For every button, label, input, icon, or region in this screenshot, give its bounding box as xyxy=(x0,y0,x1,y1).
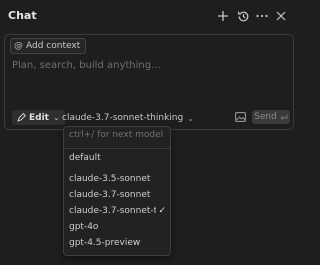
mode-selector-button[interactable]: Edit ⌄ xyxy=(12,110,65,125)
model-option-claude-3-5-sonnet[interactable]: claude-3.5-sonnet xyxy=(69,172,166,186)
model-option-label: claude-3.7-sonnet xyxy=(69,190,151,200)
model-option-gpt-4-5-preview[interactable]: gpt-4.5-preview xyxy=(69,236,166,250)
panel-title: Chat xyxy=(8,9,37,22)
model-option-label: gpt-4o xyxy=(69,222,99,232)
model-option-label: gpt-4.5-preview xyxy=(69,238,141,248)
model-option-label: claude-3.7-sonnet-t... xyxy=(69,206,156,216)
model-selector[interactable]: claude-3.7-sonnet-thinking ⌄ xyxy=(62,111,194,125)
mode-label: Edit xyxy=(29,112,49,123)
model-search-hint[interactable]: ctrl+/ for next model xyxy=(69,130,165,144)
check-icon: ✓ xyxy=(158,206,166,216)
chat-header: Chat xyxy=(0,0,300,34)
add-context-button[interactable]: @ Add context xyxy=(10,38,87,54)
model-selected-label: claude-3.7-sonnet-thinking xyxy=(62,113,184,123)
chat-composer: @ Add context Edit ⌄ claude-3.7-sonnet-t… xyxy=(4,34,294,130)
dropdown-divider xyxy=(64,148,170,149)
model-option-label: default xyxy=(69,153,101,163)
pencil-icon xyxy=(17,113,26,122)
chevron-down-icon: ⌄ xyxy=(52,113,60,122)
model-option-claude-3-7-sonnet[interactable]: claude-3.7-sonnet xyxy=(69,188,166,202)
close-icon[interactable] xyxy=(274,8,288,24)
plus-icon[interactable] xyxy=(216,8,230,24)
send-button[interactable]: Send xyxy=(252,110,290,124)
chevron-down-icon: ⌄ xyxy=(187,113,194,123)
more-icon[interactable] xyxy=(255,8,269,24)
model-option-gpt-4o[interactable]: gpt-4o xyxy=(69,220,166,234)
send-label: Send xyxy=(254,112,277,122)
history-icon[interactable] xyxy=(236,8,250,24)
model-option-claude-3-7-sonnet-thinking[interactable]: claude-3.7-sonnet-t... ✓ xyxy=(69,204,166,218)
enter-key-icon xyxy=(280,114,288,121)
model-option-label: claude-3.5-sonnet xyxy=(69,174,151,184)
image-icon[interactable] xyxy=(234,111,246,123)
add-context-label: Add context xyxy=(26,41,81,51)
model-dropdown: ctrl+/ for next model default claude-3.5… xyxy=(63,126,171,256)
at-icon: @ xyxy=(14,41,23,51)
prompt-input[interactable] xyxy=(12,57,282,73)
model-option-default[interactable]: default xyxy=(69,151,166,165)
